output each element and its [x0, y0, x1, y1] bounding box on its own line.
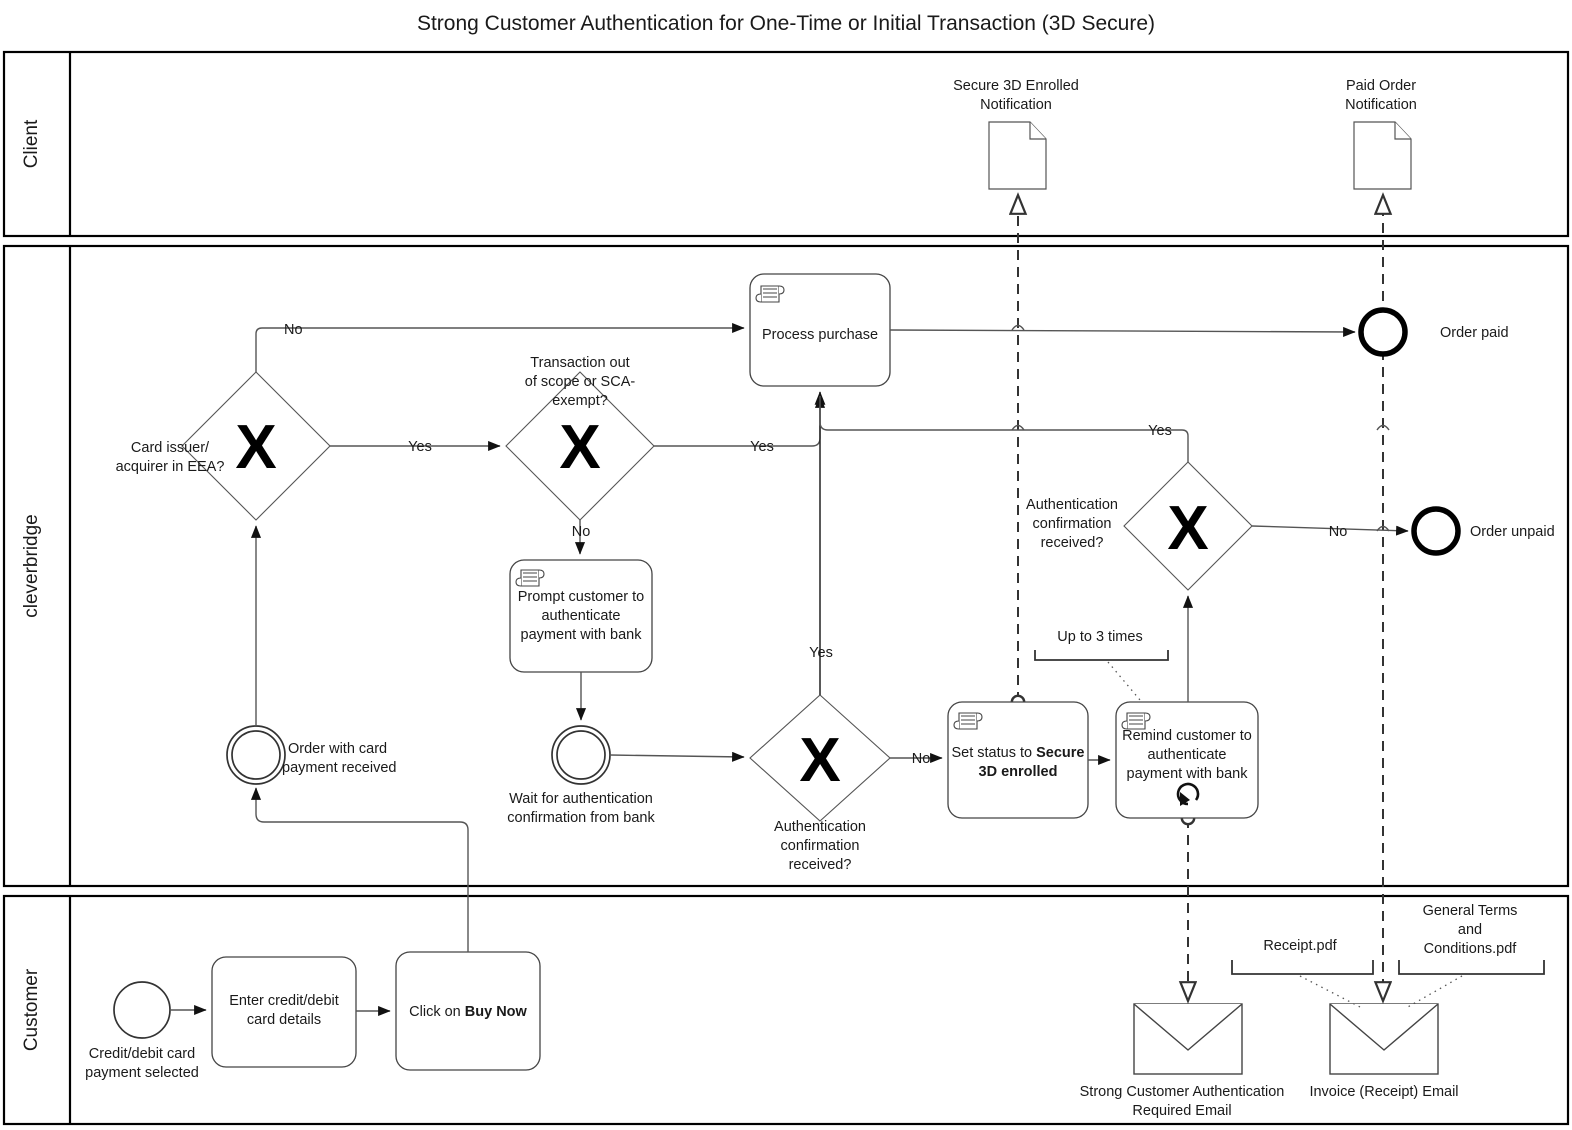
event-wait-for-authentication: Wait for authentication confirmation fro…: [507, 725, 655, 826]
lane-label-customer: Customer: [21, 968, 42, 1051]
task-click-buy-now[interactable]: Click on Buy Now: [395, 951, 541, 1071]
attachment-receipt-pdf: Receipt.pdf: [1231, 938, 1374, 1009]
annotation-up-to-3-times: Up to 3 times: [1034, 629, 1169, 701]
event-label-line2: payment received: [282, 760, 396, 776]
page-title: Strong Customer Authentication for One-T…: [417, 12, 1155, 35]
annotation-label: Up to 3 times: [1057, 629, 1142, 645]
flow-label-scope-no: No: [572, 524, 591, 540]
gateway-exclusive-icon: X: [1167, 494, 1208, 563]
gateway-label-line3: exempt?: [552, 393, 608, 409]
task-set-status-secure-3d-enrolled[interactable]: Set status to Secure 3D enrolled: [947, 701, 1089, 819]
task-label-line1: Enter credit/debit: [229, 993, 339, 1009]
gateway-exclusive-icon: X: [235, 413, 276, 482]
gateway-label-line2: confirmation: [781, 838, 860, 854]
gateway-transaction-scope[interactable]: X Transaction out of scope or SCA- exemp…: [505, 355, 655, 521]
flow-auth2-yes: [819, 396, 1189, 462]
event-label-line2: confirmation from bank: [507, 810, 655, 826]
gateway-label-line1: Authentication: [774, 819, 866, 835]
flow-wait-to-auth-gateway: [609, 751, 745, 762]
email-invoice-receipt: Invoice (Receipt) Email: [1309, 1003, 1459, 1100]
attachment-general-terms-conditions-pdf: General Terms and Conditions.pdf: [1398, 903, 1545, 1009]
gateway-exclusive-icon: X: [559, 413, 600, 482]
flow-label-eea-yes: Yes: [408, 439, 432, 455]
email-label-line1: Invoice (Receipt) Email: [1309, 1084, 1458, 1100]
task-label-line1: Remind customer to: [1122, 728, 1252, 744]
annotation-bracket: [1034, 650, 1169, 661]
attachment-label-line1: General Terms: [1423, 903, 1518, 919]
attachment-bracket: [1231, 960, 1374, 975]
gateway-authentication-confirmation-lower[interactable]: X Authentication confirmation received?: [749, 694, 891, 873]
event-label: Order paid: [1440, 325, 1509, 341]
lane-label-client: Client: [21, 119, 42, 168]
task-label-line1: Prompt customer to: [518, 589, 645, 605]
task-label: Click on Buy Now: [409, 1004, 527, 1020]
task-remind-customer-authenticate[interactable]: Remind customer to authenticate payment …: [1115, 701, 1259, 819]
gateway-label-line3: received?: [789, 857, 852, 873]
event-label-line2: payment selected: [85, 1065, 199, 1081]
task-process-purchase[interactable]: Process purchase: [749, 273, 891, 387]
task-label-line3: payment with bank: [1127, 766, 1249, 782]
gateway-label-line3: received?: [1041, 535, 1104, 551]
flow-label-auth1-no: No: [912, 751, 931, 767]
event-label-line1: Order with card: [288, 741, 387, 757]
task-enter-card-details[interactable]: Enter credit/debit card details: [211, 956, 357, 1068]
attachment-label-line2: and: [1458, 922, 1482, 938]
notification-label-line1: Secure 3D Enrolled: [953, 78, 1079, 94]
event-label-line1: Credit/debit card: [89, 1046, 195, 1062]
event-label: Order unpaid: [1470, 524, 1555, 540]
gateway-label-line2: acquirer in EEA?: [116, 459, 225, 475]
task-label-line2: authenticate: [541, 608, 620, 624]
notification-paid-order: Paid Order Notification: [1345, 78, 1417, 190]
attachment-label-line3: Conditions.pdf: [1424, 941, 1518, 957]
event-order-unpaid: Order unpaid: [1411, 506, 1555, 556]
flow-label-scope-yes: Yes: [750, 439, 774, 455]
flow-label-auth1-yes: Yes: [809, 645, 833, 661]
lane-client: [2, 50, 1570, 238]
gateway-label-line1: Transaction out: [530, 355, 629, 371]
email-label-line1: Strong Customer Authentication: [1080, 1084, 1285, 1100]
flow-scope-yes: [654, 395, 826, 447]
attachment-association: [1405, 975, 1463, 1009]
task-label-line2: authenticate: [1147, 747, 1226, 763]
email-strong-customer-authentication-required: Strong Customer Authentication Required …: [1080, 1003, 1285, 1119]
flow-process-to-order-paid: [889, 326, 1356, 337]
email-label-line2: Required Email: [1132, 1103, 1231, 1119]
task-label: Process purchase: [762, 327, 878, 343]
gateway-label-line1: Card issuer/: [131, 440, 210, 456]
task-label-line1: Set status to Secure: [951, 745, 1084, 761]
task-prompt-customer-authenticate[interactable]: Prompt customer to authenticate payment …: [509, 559, 653, 673]
gateway-label-line2: confirmation: [1033, 516, 1112, 532]
notification-secure-3d-enrolled: Secure 3D Enrolled Notification: [953, 78, 1079, 190]
annotation-association: [1107, 661, 1141, 701]
task-label-line3: payment with bank: [521, 627, 643, 643]
notification-label-line1: Paid Order: [1346, 78, 1416, 94]
bpmn-diagram-canvas: Strong Customer Authentication for One-T…: [0, 0, 1572, 1130]
attachment-bracket: [1398, 960, 1545, 975]
event-order-with-card-payment-received: Order with card payment received: [226, 725, 396, 785]
notification-label-line2: Notification: [1345, 97, 1417, 113]
flow-label-auth2-no: No: [1329, 524, 1348, 540]
flow-label-auth2-yes: Yes: [1148, 423, 1172, 439]
flow-click-buy-to-order-received: [250, 787, 469, 952]
gateway-label-line2: of scope or SCA-: [525, 374, 636, 390]
task-label-line2: 3D enrolled: [979, 764, 1058, 780]
task-label-line2: card details: [247, 1012, 321, 1028]
event-order-paid: Order paid: [1358, 307, 1509, 357]
lane-label-cleverbridge: cleverbridge: [21, 514, 42, 618]
attachment-label: Receipt.pdf: [1263, 938, 1337, 954]
event-credit-debit-card-payment-selected: Credit/debit card payment selected: [85, 981, 199, 1081]
attachment-association: [1299, 975, 1363, 1009]
gateway-exclusive-icon: X: [799, 726, 840, 795]
gateway-card-issuer-eea[interactable]: X Card issuer/ acquirer in EEA?: [116, 371, 331, 521]
gateway-label-line1: Authentication: [1026, 497, 1118, 513]
flow-eea-no: [255, 322, 745, 372]
notification-label-line2: Notification: [980, 97, 1052, 113]
flow-label-eea-no: No: [284, 322, 303, 338]
gateway-authentication-confirmation-upper[interactable]: X Authentication confirmation received?: [1026, 461, 1253, 591]
event-label-line1: Wait for authentication: [509, 791, 653, 807]
